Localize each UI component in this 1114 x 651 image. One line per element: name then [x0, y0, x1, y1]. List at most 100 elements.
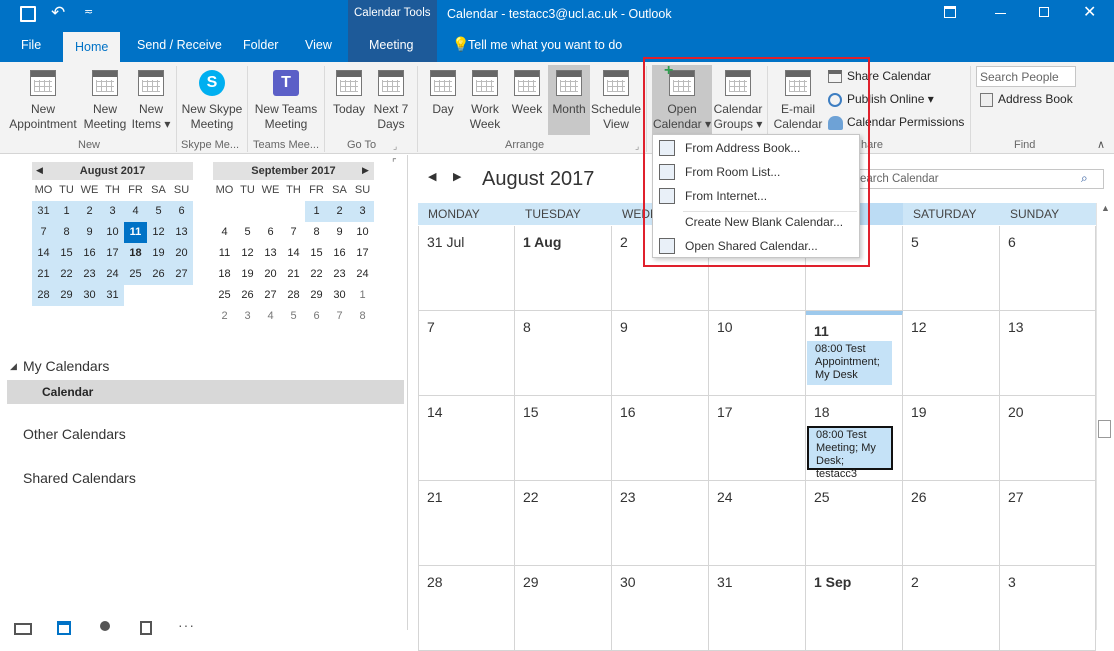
- mini-day-cell[interactable]: 21: [282, 264, 305, 285]
- day-cell[interactable]: 28: [418, 566, 515, 651]
- calendar-nav-icon[interactable]: [57, 621, 71, 635]
- next-month-icon[interactable]: ▶: [362, 165, 369, 176]
- day-cell[interactable]: 19: [903, 396, 1000, 481]
- mini-day-cell[interactable]: 7: [328, 306, 351, 327]
- day-cell[interactable]: 20: [1000, 396, 1096, 481]
- next-month-button[interactable]: ▶: [453, 170, 461, 183]
- mini-day-cell[interactable]: 31: [101, 285, 124, 306]
- mini-day-cell[interactable]: 18: [213, 264, 236, 285]
- day-cell[interactable]: 1 Sep: [806, 566, 903, 651]
- mini-day-cell[interactable]: 21: [32, 264, 55, 285]
- mini-day-cell[interactable]: 19: [236, 264, 259, 285]
- more-icon[interactable]: ···: [178, 617, 195, 633]
- mini-day-cell[interactable]: 15: [305, 243, 328, 264]
- day-cell[interactable]: 2: [903, 566, 1000, 651]
- mini-day-cell[interactable]: 4: [213, 222, 236, 243]
- day-cell[interactable]: 27: [1000, 481, 1096, 566]
- search-icon[interactable]: ⌕: [1081, 171, 1088, 186]
- previous-month-button[interactable]: ◀: [428, 170, 436, 183]
- close-icon[interactable]: ✕: [1083, 2, 1096, 22]
- collapse-pane-icon[interactable]: ⌜: [392, 158, 397, 169]
- meeting-appointment[interactable]: 08:00 Test Meeting; My Desk; testacc3: [807, 426, 893, 480]
- tab-send-receive[interactable]: Send / Receive: [137, 38, 222, 52]
- mini-day-cell[interactable]: 18: [124, 243, 147, 264]
- schedule-view-button[interactable]: Schedule View: [590, 70, 642, 132]
- day-cell[interactable]: 10: [709, 311, 806, 396]
- mini-day-cell[interactable]: 10: [351, 222, 374, 243]
- tab-file[interactable]: File: [21, 38, 41, 52]
- mini-day-cell[interactable]: 23: [78, 264, 101, 285]
- vertical-scrollbar[interactable]: ▲: [1096, 203, 1112, 630]
- today-button[interactable]: Today: [329, 70, 369, 117]
- scroll-up-icon[interactable]: ▲: [1101, 203, 1110, 213]
- day-cell[interactable]: 30: [612, 566, 709, 651]
- mini-day-cell[interactable]: 28: [32, 285, 55, 306]
- week-view-button[interactable]: Week: [507, 70, 547, 117]
- mini-day-cell[interactable]: 8: [351, 306, 374, 327]
- tab-meeting[interactable]: Meeting: [369, 38, 413, 52]
- day-cell[interactable]: 6: [1000, 226, 1096, 311]
- tasks-icon[interactable]: [140, 621, 152, 635]
- day-cell[interactable]: 23: [612, 481, 709, 566]
- mini-day-cell[interactable]: 16: [78, 243, 101, 264]
- new-items-button[interactable]: New Items ▾: [130, 70, 172, 132]
- mini-day-cell[interactable]: 30: [328, 285, 351, 306]
- mini-day-cell[interactable]: 1: [55, 201, 78, 222]
- minimize-icon[interactable]: [995, 13, 1006, 14]
- day-cell[interactable]: 21: [418, 481, 515, 566]
- day-cell[interactable]: 8: [515, 311, 612, 396]
- day-cell[interactable]: 26: [903, 481, 1000, 566]
- mini-day-cell[interactable]: 17: [101, 243, 124, 264]
- day-view-button[interactable]: Day: [424, 70, 462, 117]
- collapse-ribbon-icon[interactable]: ∧: [1097, 138, 1105, 151]
- other-calendars-group[interactable]: Other Calendars: [23, 426, 126, 442]
- day-cell[interactable]: 25: [806, 481, 903, 566]
- day-cell[interactable]: 29: [515, 566, 612, 651]
- mini-day-cell[interactable]: 8: [55, 222, 78, 243]
- mini-day-cell[interactable]: 3: [101, 201, 124, 222]
- save-icon[interactable]: [20, 6, 36, 22]
- restore-icon[interactable]: [944, 6, 956, 18]
- mini-day-cell[interactable]: 17: [351, 243, 374, 264]
- mini-day-cell[interactable]: 27: [259, 285, 282, 306]
- mini-day-cell[interactable]: 11: [124, 222, 147, 243]
- work-week-button[interactable]: Work Week: [464, 70, 506, 132]
- mini-day-cell[interactable]: 7: [32, 222, 55, 243]
- mini-day-cell[interactable]: 26: [147, 264, 170, 285]
- dialog-launcher-icon[interactable]: ⌟: [635, 141, 639, 152]
- mini-day-cell[interactable]: 13: [170, 222, 193, 243]
- mini-day-cell[interactable]: 3: [351, 201, 374, 222]
- mini-day-cell[interactable]: 29: [55, 285, 78, 306]
- mini-day-cell[interactable]: 15: [55, 243, 78, 264]
- mini-day-cell[interactable]: 20: [259, 264, 282, 285]
- mini-day-cell[interactable]: 13: [259, 243, 282, 264]
- day-cell[interactable]: 22: [515, 481, 612, 566]
- mini-day-cell[interactable]: 1: [305, 201, 328, 222]
- tab-home[interactable]: Home: [63, 32, 121, 62]
- undo-icon[interactable]: ↶: [51, 3, 65, 23]
- mini-day-cell[interactable]: 14: [282, 243, 305, 264]
- mini-day-cell[interactable]: 6: [170, 201, 193, 222]
- day-cell[interactable]: 16: [612, 396, 709, 481]
- mini-day-cell[interactable]: 10: [101, 222, 124, 243]
- mini-day-cell[interactable]: 25: [213, 285, 236, 306]
- mini-day-cell[interactable]: 11: [213, 243, 236, 264]
- day-cell[interactable]: 3: [1000, 566, 1096, 651]
- mini-day-cell[interactable]: 28: [282, 285, 305, 306]
- tab-folder[interactable]: Folder: [243, 38, 278, 52]
- mini-day-cell[interactable]: 4: [124, 201, 147, 222]
- mini-day-cell[interactable]: 22: [305, 264, 328, 285]
- search-people-input[interactable]: Search People: [976, 66, 1076, 87]
- mini-day-cell[interactable]: 9: [328, 222, 351, 243]
- customize-toolbar-icon[interactable]: ≂: [84, 5, 93, 18]
- mini-day-cell[interactable]: 31: [32, 201, 55, 222]
- shared-calendars-group[interactable]: Shared Calendars: [23, 470, 136, 486]
- mini-day-cell[interactable]: 6: [259, 222, 282, 243]
- maximize-icon[interactable]: [1039, 7, 1049, 17]
- search-calendar-input[interactable]: earch Calendar ⌕: [853, 169, 1104, 189]
- day-cell[interactable]: 14: [418, 396, 515, 481]
- mini-day-cell[interactable]: 24: [351, 264, 374, 285]
- day-cell[interactable]: 1 Aug: [515, 226, 612, 311]
- mini-day-cell[interactable]: 22: [55, 264, 78, 285]
- new-meeting-button[interactable]: New Meeting: [82, 70, 128, 132]
